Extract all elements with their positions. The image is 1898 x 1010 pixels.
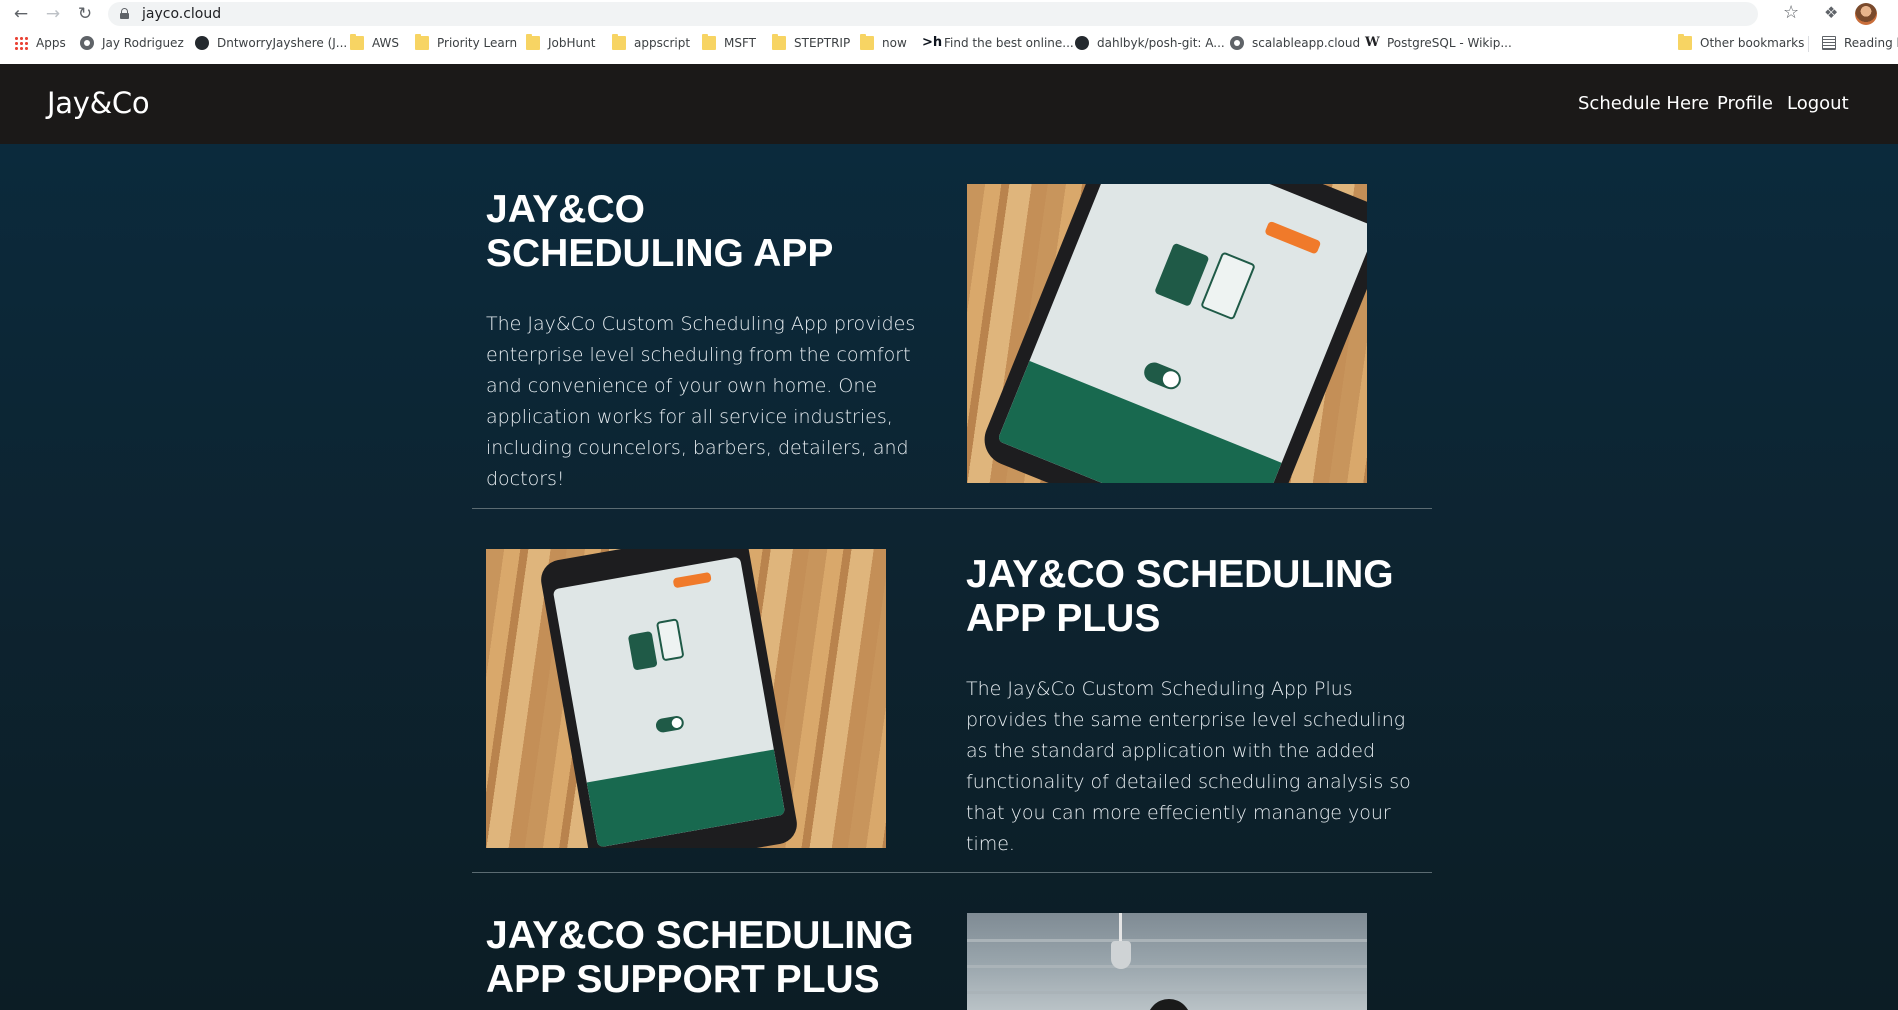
wikipedia-icon: W — [1365, 35, 1380, 50]
hackerrank-icon: >h — [922, 35, 943, 50]
phone-image — [976, 184, 1367, 483]
phone-icon — [655, 618, 685, 662]
url-text: jayco.cloud — [142, 6, 222, 22]
reading-list-icon — [1822, 36, 1836, 50]
folder-icon — [612, 34, 626, 50]
bookmark-aws[interactable]: AWS — [350, 34, 399, 50]
section-divider — [472, 872, 1432, 873]
folder-icon — [350, 34, 364, 50]
bookmark-appscript[interactable]: appscript — [612, 34, 690, 50]
folder-icon — [772, 34, 786, 50]
section-title: JAY&CO SCHEDULING APP SUPPORT PLUS — [486, 914, 914, 1001]
section-description: The Jay&Co Custom Scheduling App Plus pr… — [966, 678, 1411, 855]
bookmarks-bar: Apps Jay Rodriguez DntworryJayshere (J..… — [0, 32, 1898, 58]
nav-logout[interactable]: Logout — [1787, 93, 1849, 114]
browser-toolbar: ← → ↻ jayco.cloud ☆ ❖ — [0, 0, 1898, 28]
folder-icon — [1678, 34, 1692, 50]
bookmark-other-bookmarks[interactable]: Other bookmarks — [1678, 34, 1804, 50]
bookmark-find-the-best-online[interactable]: >h Find the best online... — [922, 35, 1074, 51]
phone-icon — [1200, 251, 1256, 321]
phone-icon — [627, 630, 658, 671]
bookmark-msft[interactable]: MSFT — [702, 34, 756, 50]
toggle-switch — [1141, 359, 1184, 393]
lock-icon — [120, 8, 129, 19]
section-divider — [472, 508, 1432, 509]
toggle-switch — [654, 714, 685, 734]
ceiling-beam — [967, 939, 1367, 942]
folder-icon — [415, 34, 429, 50]
apps-grid-icon — [14, 36, 28, 50]
folder-icon — [526, 34, 540, 50]
site-brand[interactable]: Jay&Co — [47, 86, 150, 120]
ceiling-beam — [967, 965, 1367, 968]
profile-avatar[interactable] — [1855, 3, 1877, 25]
lamp-cord — [1119, 913, 1122, 943]
address-bar[interactable]: jayco.cloud — [108, 2, 1758, 26]
reload-icon[interactable]: ↻ — [74, 3, 96, 25]
section-description: The Jay&Co Custom Scheduling App provide… — [486, 313, 916, 490]
back-arrow-icon[interactable]: ← — [10, 3, 32, 25]
github-icon — [1075, 36, 1089, 50]
bookmark-dntworryjayshere[interactable]: DntworryJayshere (J... — [195, 36, 347, 50]
browser-chrome: ← → ↻ jayco.cloud ☆ ❖ Apps Jay Rodriguez… — [0, 0, 1898, 64]
bookmark-now[interactable]: now — [860, 34, 907, 50]
office-photo — [967, 913, 1367, 1010]
phone-icon — [1154, 242, 1210, 307]
folder-icon — [860, 34, 874, 50]
person-silhouette — [1147, 999, 1191, 1010]
ceiling-beam — [967, 991, 1367, 994]
bookmark-jobhunt[interactable]: JobHunt — [526, 34, 595, 50]
globe-icon — [80, 36, 94, 50]
bookmark-scalableapp[interactable]: scalableapp.cloud — [1230, 36, 1360, 50]
globe-icon — [1230, 36, 1244, 50]
section-title: JAY&CO SCHEDULING APP — [486, 188, 834, 275]
bookmark-posh-git[interactable]: dahlbyk/posh-git: A... — [1075, 36, 1225, 50]
phone-photo-flatlay — [486, 549, 886, 848]
pendant-lamp — [1111, 941, 1131, 969]
bookmark-reading-list[interactable]: Reading li — [1822, 36, 1898, 50]
phone-screen — [997, 184, 1367, 483]
stats-band — [997, 360, 1282, 483]
nav-schedule-here[interactable]: Schedule Here — [1578, 93, 1709, 114]
phone-image — [537, 549, 801, 848]
site-navbar: Jay&Co Schedule Here Profile Logout — [0, 64, 1898, 144]
nav-profile[interactable]: Profile — [1717, 93, 1773, 114]
bookmark-jay-rodriguez[interactable]: Jay Rodriguez — [80, 36, 184, 50]
section-title: JAY&CO SCHEDULING APP PLUS — [966, 553, 1394, 640]
stats-band — [586, 749, 786, 848]
extensions-puzzle-icon[interactable]: ❖ — [1824, 3, 1838, 22]
phone-screen — [552, 556, 786, 848]
folder-icon — [702, 34, 716, 50]
bookmark-star-icon[interactable]: ☆ — [1783, 2, 1799, 23]
bookmark-priority-learn[interactable]: Priority Learn — [415, 34, 517, 50]
share-pill — [672, 571, 712, 589]
github-icon — [195, 36, 209, 50]
bookmark-postgresql-wiki[interactable]: W PostgreSQL - Wikip... — [1365, 35, 1512, 51]
forward-arrow-icon[interactable]: → — [42, 3, 64, 25]
bookmark-steptrip[interactable]: STEPTRIP — [772, 34, 850, 50]
bookmark-apps[interactable]: Apps — [14, 36, 66, 50]
phone-photo-closeup — [967, 184, 1367, 483]
main-content: JAY&CO SCHEDULING APP The Jay&Co Custom … — [0, 144, 1898, 1010]
share-pill — [1264, 220, 1322, 255]
bookmarks-separator — [1808, 36, 1809, 52]
